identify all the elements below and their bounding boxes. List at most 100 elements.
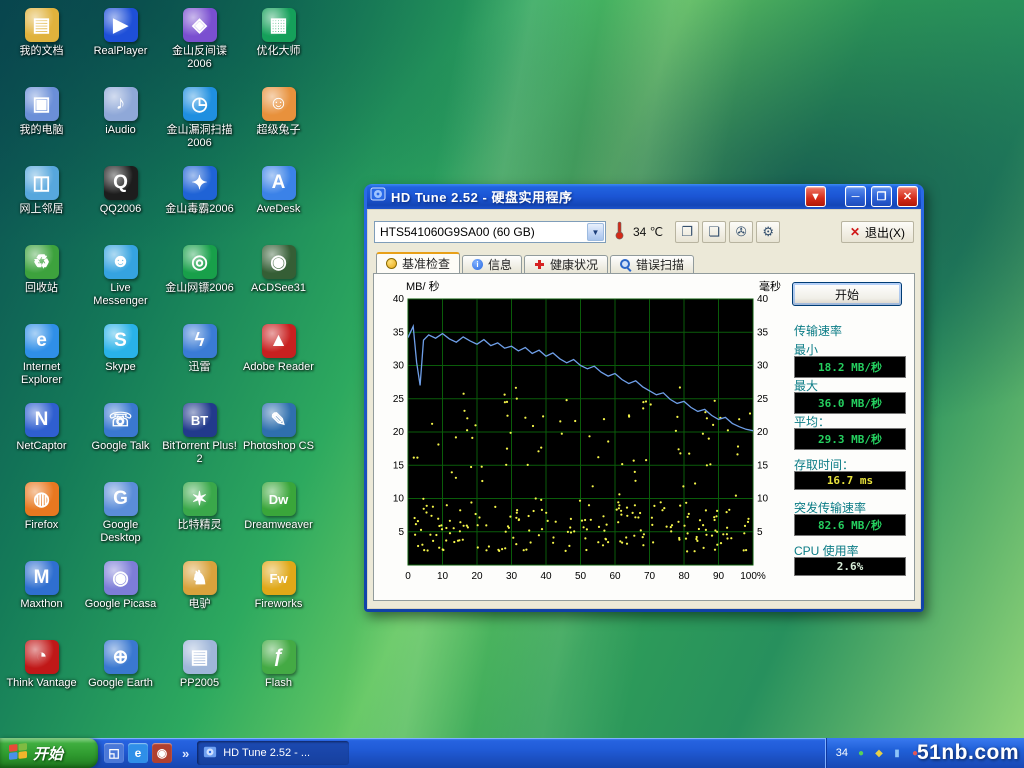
svg-text:30: 30 (506, 571, 518, 582)
quick-launch-chevron-icon[interactable]: » (178, 746, 193, 761)
desktop-icon-bitspirit[interactable]: ✶比特精灵 (160, 478, 239, 557)
desktop-icon-firefox[interactable]: ◍Firefox (2, 478, 81, 557)
network-tray-icon[interactable]: ▮ (890, 746, 904, 760)
desktop-icon-label: PP2005 (180, 677, 219, 690)
desktop-icon-fireworks[interactable]: FwFireworks (239, 557, 318, 636)
antivirus-tray-icon[interactable]: ● (854, 746, 868, 760)
desktop-icon-kingsoft-vulnscan-2006[interactable]: ◷ 金山漏洞扫描2006 (160, 83, 239, 162)
qq2006-icon: Q (104, 166, 138, 200)
youhua-dashi-icon: ▦ (262, 8, 296, 42)
desktop-icon-realplayer[interactable]: ▶RealPlayer (81, 4, 160, 83)
update-button[interactable]: ▼ (805, 186, 826, 207)
benchmark-tab-page: 4040353530302525202015151010550102030405… (373, 273, 915, 601)
copy-graph-button[interactable]: ❐ (675, 221, 699, 243)
toolbar: HTS541060G9SA00 (60 GB) ▼ 34 ℃ ❐❏✇⚙ ✕ 退出… (374, 218, 914, 246)
desktop-icon-label: 金山漏洞扫描2006 (162, 124, 238, 149)
transfer-rate-section-label: 传输速率 (794, 322, 842, 339)
desktop-icon-google-desktop[interactable]: GGoogle Desktop (81, 478, 160, 557)
desktop-icon-dreamweaver[interactable]: DwDreamweaver (239, 478, 318, 557)
realplayer-icon: ▶ (104, 8, 138, 42)
svg-text:35: 35 (393, 327, 405, 338)
minimize-button[interactable]: ─ (845, 186, 866, 207)
desktop-icon-recycle-bin[interactable]: ♻回收站 (2, 241, 81, 320)
volume-tray-icon[interactable]: ◆ (872, 746, 886, 760)
start-button[interactable]: 开始 (0, 738, 98, 768)
desktop-icon-kingsoft-netguard-2006[interactable]: ◎金山网镖2006 (160, 241, 239, 320)
tab-info[interactable]: i信息 (462, 255, 522, 274)
save-graph-button[interactable]: ✇ (729, 221, 753, 243)
desktop-icon-qq2006[interactable]: QQQ2006 (81, 162, 160, 241)
desktop-icon-pp2005[interactable]: ▤ PP2005 (160, 636, 239, 715)
desktop-icon-google-talk[interactable]: ☏Google Talk (81, 399, 160, 478)
svg-text:60: 60 (609, 571, 621, 582)
desktop-icon-xunlei[interactable]: ϟ迅雷 (160, 320, 239, 399)
desktop-icon-youhua-dashi[interactable]: ▦ 优化大师 (239, 4, 318, 83)
taskbar-task-hdtune[interactable]: HD Tune 2.52 - ... (197, 741, 349, 765)
tab-benchmark[interactable]: 基准检查 (376, 252, 460, 274)
desktop-icon-label: Think Vantage (6, 677, 76, 690)
desktop-icon-photoshop-cs[interactable]: ✎Photoshop CS (239, 399, 318, 478)
taskbar: 开始 ◱e◉ » HD Tune 2.52 - ... 34 ●◆▮● (0, 738, 1024, 768)
desktop-icon-netcaptor[interactable]: NNetCaptor (2, 399, 81, 478)
dropdown-arrow-icon[interactable]: ▼ (587, 223, 604, 241)
svg-text:MB/ 秒: MB/ 秒 (406, 279, 440, 293)
desktop-icon-label: NetCaptor (16, 440, 66, 453)
desktop-icon-my-documents[interactable]: ▤我的文档 (2, 4, 81, 83)
desktop-icon-live-messenger[interactable]: ☻Live Messenger (81, 241, 160, 320)
desktop-icon-label: Google Earth (88, 677, 153, 690)
network-places-icon: ◫ (25, 166, 59, 200)
desktop-icon-think-vantage[interactable]: ◔Think Vantage (2, 636, 81, 715)
start-benchmark-button[interactable]: 开始 (792, 282, 902, 306)
desktop-icon-skype[interactable]: SSkype (81, 320, 160, 399)
toolbar-buttons: ❐❏✇⚙ (675, 221, 780, 243)
desktop-icon-internet-explorer[interactable]: eInternet Explorer (2, 320, 81, 399)
titlebar[interactable]: HD Tune 2.52 - 硬盘实用程序 ▼ ─ ❐ ✕ (367, 184, 921, 209)
copy-text-button[interactable]: ❏ (702, 221, 726, 243)
desktop-icon-flash[interactable]: ƒFlash (239, 636, 318, 715)
svg-text:5: 5 (757, 527, 763, 538)
quick-launch-show-desktop-icon[interactable]: ◱ (104, 743, 124, 763)
svg-text:0: 0 (405, 571, 411, 582)
desktop-icon-label: 回收站 (25, 282, 58, 295)
google-talk-icon: ☏ (104, 403, 138, 437)
svg-text:5: 5 (398, 527, 404, 538)
svg-text:20: 20 (757, 427, 769, 438)
desktop-icon-super-rabbit[interactable]: ☺超级兔子 (239, 83, 318, 162)
desktop-icon-google-picasa[interactable]: ◉Google Picasa (81, 557, 160, 636)
svg-text:15: 15 (393, 460, 405, 471)
my-documents-icon: ▤ (25, 8, 59, 42)
svg-text:40: 40 (393, 294, 405, 305)
desktop-icon-label: Skype (105, 361, 136, 374)
options-button[interactable]: ⚙ (756, 221, 780, 243)
desktop-icon-my-computer[interactable]: ▣我的电脑 (2, 83, 81, 162)
quick-launch-browser-icon[interactable]: e (128, 743, 148, 763)
close-button[interactable]: ✕ (897, 186, 918, 207)
desktop-icon-emule[interactable]: ♞电驴 (160, 557, 239, 636)
tab-health[interactable]: 健康状况 (524, 255, 608, 274)
iaudio-icon: ♪ (104, 87, 138, 121)
svg-text:25: 25 (757, 394, 769, 405)
tab-error-scan[interactable]: 错误扫描 (610, 255, 694, 274)
desktop-icon-maxthon[interactable]: MMaxthon (2, 557, 81, 636)
desktop-icon-iaudio[interactable]: ♪iAudio (81, 83, 160, 162)
desktop-icon-label: 优化大师 (257, 45, 301, 58)
kingsoft-duba-2006-icon: ✦ (183, 166, 217, 200)
tray-temperature: 34 (836, 747, 848, 759)
kingsoft-vulnscan-2006-icon: ◷ (183, 87, 217, 121)
pp2005-icon: ▤ (183, 640, 217, 674)
desktop-icon-acdsee31[interactable]: ◉ACDSee31 (239, 241, 318, 320)
desktop-icon-kingsoft-antispy-2006[interactable]: ◈金山反间谍2006 (160, 4, 239, 83)
desktop-icon-adobe-reader[interactable]: ▲Adobe Reader (239, 320, 318, 399)
desktop-icon-kingsoft-duba-2006[interactable]: ✦金山毒霸2006 (160, 162, 239, 241)
desktop-icon-network-places[interactable]: ◫网上邻居 (2, 162, 81, 241)
tab-label: 错误扫描 (636, 256, 684, 273)
quick-launch-media-player-icon[interactable]: ◉ (152, 743, 172, 763)
exit-button[interactable]: ✕ 退出(X) (841, 221, 914, 243)
drive-select[interactable]: HTS541060G9SA00 (60 GB) ▼ (374, 221, 606, 243)
desktop-icon-google-earth[interactable]: ⊕Google Earth (81, 636, 160, 715)
benchmark-chart: 4040353530302525202015151010550102030405… (378, 279, 783, 594)
svg-text:50: 50 (575, 571, 587, 582)
maximize-button[interactable]: ❐ (871, 186, 892, 207)
desktop-icon-avedesk[interactable]: AAveDesk (239, 162, 318, 241)
desktop-icon-bittorrent-plus-2[interactable]: BTBitTorrent Plus! 2 (160, 399, 239, 478)
